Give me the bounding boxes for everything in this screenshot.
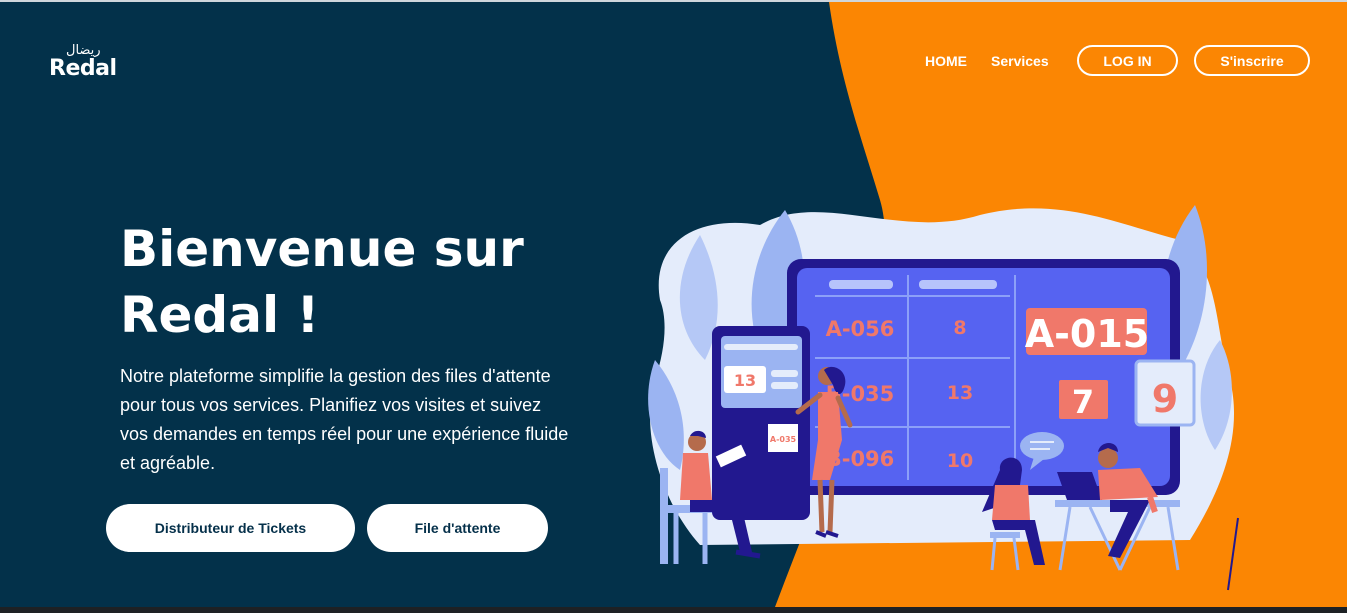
board-row3-counter: 10 [947, 450, 973, 472]
board-row1-counter: 8 [953, 317, 966, 339]
bottom-edge [0, 607, 1347, 613]
kiosk-ticket: A-035 [770, 435, 797, 444]
kiosk-screen-number: 13 [734, 371, 756, 390]
board-row2-counter: 13 [947, 382, 973, 404]
current-ticket: A-015 [1025, 312, 1150, 356]
board-row1-ticket: A-056 [826, 317, 895, 341]
queue-illustration: A-056 8 B-035 13 B-096 10 A-015 7 9 13 A… [648, 205, 1239, 591]
side-card-number: 9 [1152, 377, 1178, 421]
current-counter: 7 [1072, 383, 1094, 421]
